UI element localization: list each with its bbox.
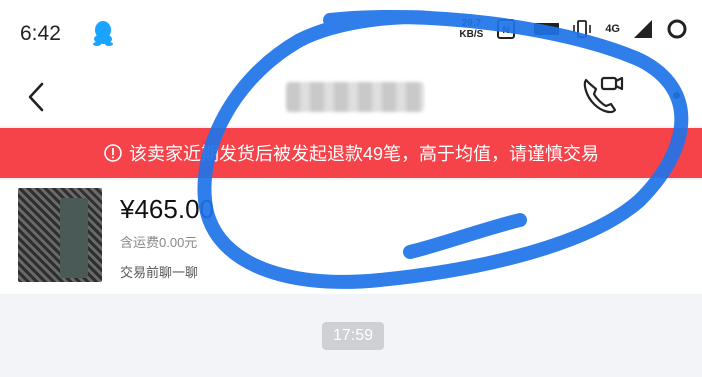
shipping-fee: 含运费0.00元 <box>120 235 198 250</box>
message-timestamp: 17:59 <box>322 322 384 350</box>
warning-text: 该卖家近期发货后被发起退款49笔，高于均值，请谨慎交易 <box>128 144 600 164</box>
qq-icon <box>93 21 113 46</box>
back-arrow-icon[interactable] <box>24 80 50 114</box>
signal-icon <box>634 20 652 38</box>
product-thumbnail[interactable] <box>18 188 102 282</box>
chat-title <box>286 82 424 112</box>
speed-value: 29.7 <box>461 18 482 29</box>
product-image-device <box>60 198 88 278</box>
chat-header <box>0 68 702 126</box>
network-type: 4G <box>605 23 620 35</box>
vibrate-icon <box>573 20 592 38</box>
loading-ring-icon <box>667 19 687 39</box>
more-icon[interactable] <box>673 92 680 99</box>
product-price: ¥465.00 <box>120 194 214 224</box>
refund-warning-banner: 该卖家近期发货后被发起退款49笔，高于均值，请谨慎交易 <box>0 128 702 178</box>
product-card[interactable]: ¥465.00 含运费0.00元 交易前聊一聊 <box>0 180 702 294</box>
svg-text:N: N <box>503 25 510 36</box>
status-bar: 6:42 29.7 KB/S N 4G <box>0 0 702 68</box>
speed-unit: KB/S <box>459 29 484 40</box>
chat-before-trade-hint: 交易前聊一聊 <box>120 265 199 280</box>
warning-circle-icon <box>104 144 122 162</box>
status-time: 6:42 <box>20 22 61 45</box>
network-speed: 29.7 KB/S <box>459 18 483 40</box>
battery-icon <box>534 23 560 35</box>
video-call-icon[interactable] <box>580 74 624 116</box>
nfc-icon: N <box>497 19 516 39</box>
